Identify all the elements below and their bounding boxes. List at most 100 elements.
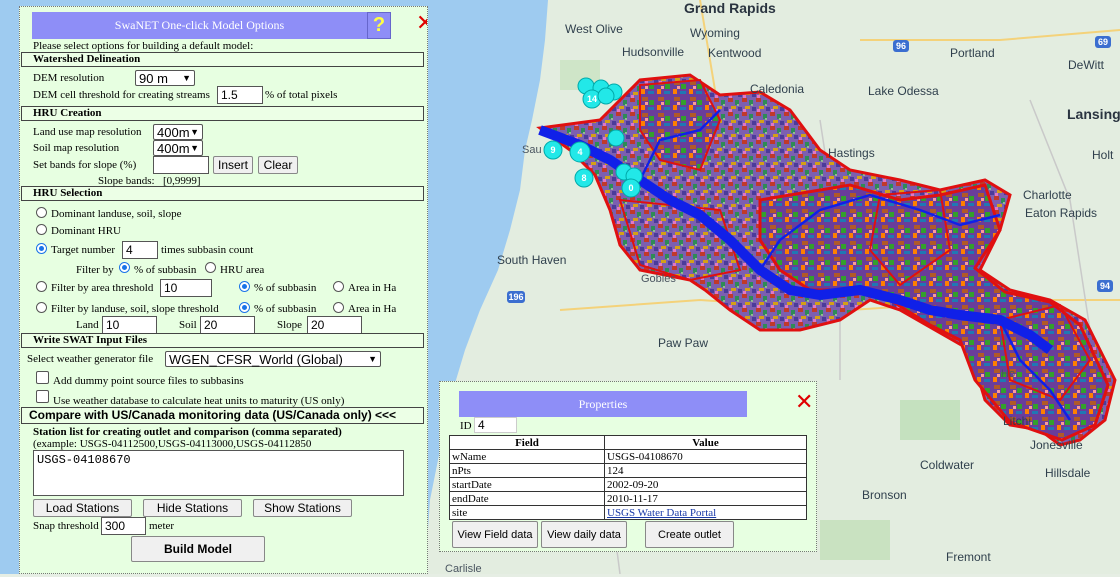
field-cell: nPts: [449, 463, 605, 478]
lss-threshold-ha-radio[interactable]: [333, 302, 344, 313]
insert-button[interactable]: Insert: [213, 156, 253, 174]
slope-threshold-input[interactable]: 20: [307, 316, 362, 334]
close-properties-icon[interactable]: ✕: [795, 391, 813, 413]
hru-creation-header: HRU Creation: [21, 106, 424, 121]
map-label-kentwood: Kentwood: [708, 46, 762, 60]
slope-bands-label: Set bands for slope (%): [33, 159, 137, 171]
dominant-lss-radio[interactable]: [36, 207, 47, 218]
table-row: endDate 2010-11-17: [449, 491, 807, 506]
marker-label[interactable]: 14: [587, 94, 597, 104]
properties-title[interactable]: Properties: [459, 391, 747, 417]
threshold-unit: % of total pixels: [265, 89, 338, 101]
map-label-sau: Sau: [522, 144, 542, 156]
pct-subbasin-radio[interactable]: [119, 262, 130, 273]
area-threshold-input[interactable]: 10: [160, 279, 212, 297]
pct-subbasin-label: % of subbasin: [134, 264, 197, 276]
chevron-down-icon: ▼: [368, 354, 377, 364]
soil-resolution-select[interactable]: 400m ▼: [153, 140, 203, 156]
hru-area-radio[interactable]: [205, 262, 216, 273]
threshold-label: DEM cell threshold for creating streams: [33, 89, 210, 101]
compare-header[interactable]: Compare with US/Canada monitoring data (…: [21, 407, 424, 424]
map-label-dewitt: DeWitt: [1068, 58, 1104, 72]
marker-label[interactable]: 0: [628, 183, 633, 193]
watershed-header: Watershed Delineation: [21, 52, 424, 67]
stream-threshold-input[interactable]: 1.5: [217, 86, 263, 104]
options-panel-title[interactable]: SwaNET One-click Model Options: [32, 12, 367, 39]
help-icon[interactable]: ?: [367, 12, 391, 39]
table-row: startDate 2002-09-20: [449, 477, 807, 492]
hide-stations-button[interactable]: Hide Stations: [143, 499, 242, 517]
lss-threshold-label: Filter by landuse, soil, slope threshold: [51, 303, 219, 315]
swat-input-header: Write SWAT Input Files: [21, 333, 424, 348]
area-threshold-ha-label: Area in Ha: [348, 282, 397, 294]
slope-band-input[interactable]: [153, 156, 209, 174]
marker-label[interactable]: 9: [550, 145, 555, 155]
area-threshold-pct-radio[interactable]: [239, 281, 250, 292]
value-column-header: Value: [604, 435, 807, 450]
map-label-litchi: Litchi: [1003, 414, 1032, 428]
create-outlet-button[interactable]: Create outlet: [645, 521, 734, 548]
build-model-button[interactable]: Build Model: [131, 536, 265, 562]
marker-label[interactable]: 8: [581, 173, 586, 183]
lss-threshold-pct-radio[interactable]: [239, 302, 250, 313]
properties-panel: Properties ✕ ID 4 Field Value wName USGS…: [439, 381, 817, 552]
map-label-carlisle: Carlisle: [445, 563, 482, 575]
highway-shield: 96: [896, 41, 906, 51]
target-number-radio[interactable]: [36, 243, 47, 254]
map-label-south-haven: South Haven: [497, 253, 567, 267]
highway-shield: 196: [508, 292, 523, 302]
map-label-bronson: Bronson: [862, 488, 907, 502]
map-label-charlotte: Charlotte: [1023, 188, 1072, 202]
station-list-label: Station list for creating outlet and com…: [33, 426, 342, 438]
table-row: wName USGS-04108670: [449, 449, 807, 464]
load-stations-button[interactable]: Load Stations: [33, 499, 132, 517]
marker-label[interactable]: 4: [577, 147, 582, 157]
clear-button[interactable]: Clear: [258, 156, 298, 174]
weather-generator-select[interactable]: WGEN_CFSR_World (Global) ▼: [165, 351, 381, 367]
lss-threshold-radio[interactable]: [36, 302, 47, 313]
snap-threshold-unit: meter: [149, 520, 175, 532]
highway-shield: 94: [1100, 281, 1110, 291]
map-label-eaton-rapids: Eaton Rapids: [1025, 206, 1098, 220]
area-threshold-radio[interactable]: [36, 281, 47, 292]
field-cell: wName: [449, 449, 605, 464]
snap-threshold-input[interactable]: 300: [101, 517, 146, 535]
properties-table: Field Value wName USGS-04108670 nPts 124…: [449, 435, 807, 520]
area-threshold-ha-radio[interactable]: [333, 281, 344, 292]
map-label-coldwater: Coldwater: [920, 458, 975, 472]
dominant-lss-label: Dominant landuse, soil, slope: [51, 208, 182, 220]
value-cell: 2010-11-17: [604, 491, 807, 506]
station-list-textarea[interactable]: USGS-04108670: [33, 450, 404, 496]
show-stations-button[interactable]: Show Stations: [253, 499, 352, 517]
map-label-ho: Ho: [1001, 368, 1016, 380]
map-label-lansing: Lansing: [1067, 106, 1120, 122]
land-threshold-input[interactable]: 10: [102, 316, 157, 334]
map-label-wyoming: Wyoming: [690, 26, 740, 40]
site-link[interactable]: USGS Water Data Portal: [607, 507, 716, 519]
dem-resolution-select[interactable]: 90 m ▼: [135, 70, 195, 86]
field-cell: startDate: [449, 477, 605, 492]
map-label-lake-odessa: Lake Odessa: [868, 84, 939, 98]
close-options-icon[interactable]: ✕: [416, 12, 427, 34]
landuse-resolution-select[interactable]: 400m ▼: [153, 124, 203, 140]
dominant-hru-radio[interactable]: [36, 224, 47, 235]
value-cell: 124: [604, 463, 807, 478]
view-daily-data-button[interactable]: View daily data: [541, 521, 627, 548]
heat-units-checkbox[interactable]: [36, 390, 49, 403]
soil-threshold-input[interactable]: 20: [200, 316, 255, 334]
model-options-panel: SwaNET One-click Model Options ? ✕ Pleas…: [19, 6, 428, 574]
target-suffix: times subbasin count: [161, 244, 254, 256]
view-field-data-button[interactable]: View Field data: [452, 521, 538, 548]
map-label-holt: Holt: [1092, 148, 1114, 162]
hru-area-label: HRU area: [220, 264, 265, 276]
dummy-point-source-checkbox[interactable]: [36, 371, 49, 384]
heat-units-label: Use weather database to calculate heat u…: [53, 395, 345, 407]
dummy-point-source-label: Add dummy point source files to subbasin…: [53, 375, 244, 387]
field-cell: site: [449, 505, 605, 520]
map-label-fremont: Fremont: [946, 550, 991, 564]
slope-threshold-label: Slope: [277, 319, 303, 331]
target-number-input[interactable]: 4: [122, 241, 158, 259]
lss-threshold-pct-label: % of subbasin: [254, 303, 317, 315]
soil-select-value: 400m: [157, 140, 190, 156]
value-cell: USGS-04108670: [604, 449, 807, 464]
